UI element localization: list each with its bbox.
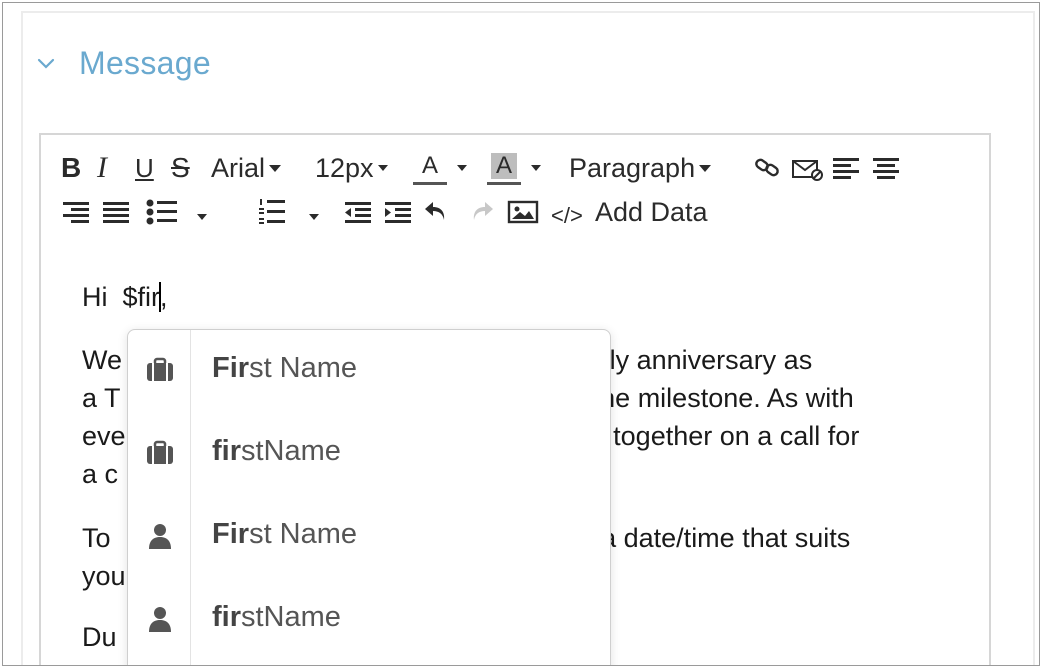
user-icon — [144, 522, 176, 550]
merge-field-autocomplete: First Name firstName First Name firstNam… — [127, 329, 611, 665]
option-text: st Name — [249, 352, 358, 384]
text-color-icon: A — [411, 151, 449, 185]
bold-button[interactable]: B — [61, 151, 97, 185]
caret-down-icon — [309, 214, 319, 220]
align-justify-icon — [103, 202, 129, 223]
option-text: st Name — [249, 518, 358, 550]
text-color-button[interactable]: A — [411, 151, 485, 185]
align-right-icon — [63, 202, 89, 223]
underline-button[interactable]: U — [135, 151, 171, 185]
add-data-button[interactable]: Add Data — [595, 195, 708, 229]
background-color-label: A — [495, 152, 512, 179]
code-view-label: </> — [551, 203, 583, 228]
paragraph-3-line-1: Du — [82, 622, 117, 652]
greeting-line: Hi $fir, — [82, 279, 982, 316]
strikethrough-button[interactable]: S — [171, 151, 211, 185]
underline-label: U — [135, 152, 154, 183]
numbered-list-button[interactable] — [221, 195, 329, 229]
image-icon — [507, 200, 539, 224]
bulleted-list-button[interactable] — [145, 195, 221, 229]
caret-down-icon — [377, 165, 388, 171]
briefcase-icon — [144, 356, 176, 384]
match-text: Fir — [212, 518, 250, 550]
email-button[interactable] — [791, 151, 831, 185]
italic-button[interactable]: I — [97, 151, 135, 185]
italic-label: I — [97, 151, 107, 184]
match-text: fir — [212, 435, 241, 467]
user-icon — [144, 605, 176, 633]
align-center-icon — [873, 158, 899, 179]
background-color-icon: A — [485, 151, 523, 185]
chevron-down-icon — [35, 53, 57, 75]
caret-down-icon — [269, 164, 282, 172]
autocomplete-option[interactable]: firstName — [128, 579, 610, 662]
autocomplete-option[interactable]: firstName — [128, 413, 610, 496]
redo-icon — [473, 202, 493, 220]
strikethrough-label: S — [171, 152, 190, 183]
autocomplete-option[interactable]: First Name — [128, 496, 610, 579]
paragraph-format-select[interactable]: Paragraph — [569, 151, 753, 185]
caret-down-icon — [699, 164, 712, 172]
font-size-value: 12px — [315, 152, 374, 183]
insert-link-button[interactable] — [753, 151, 791, 185]
font-family-select[interactable]: Arial — [211, 151, 315, 185]
add-data-label: Add Data — [595, 196, 708, 227]
caret-down-icon — [197, 214, 207, 220]
outdent-icon — [345, 202, 371, 223]
indent-icon — [385, 202, 411, 223]
redo-button[interactable] — [467, 195, 507, 229]
option-text: stName — [241, 601, 341, 633]
code-view-button[interactable]: </> — [551, 195, 595, 229]
align-right-button[interactable] — [61, 195, 101, 229]
greeting-text: Hi $fir — [82, 282, 161, 312]
email-icon — [792, 160, 823, 181]
window-frame: Message B I U S Arial 12px A A Paragraph… — [2, 2, 1040, 666]
autocomplete-option-label: First Name — [212, 352, 357, 385]
message-section-toggle[interactable]: Message — [35, 45, 211, 82]
align-center-button[interactable] — [871, 151, 907, 185]
match-text: Fir — [212, 352, 250, 384]
align-justify-button[interactable] — [101, 195, 145, 229]
autocomplete-option-label: firstName — [212, 435, 341, 468]
align-left-icon — [833, 158, 859, 179]
numbered-list-icon — [259, 199, 285, 224]
background-color-button[interactable]: A — [485, 151, 569, 185]
option-text: stName — [241, 435, 341, 467]
link-icon — [755, 158, 779, 177]
autocomplete-option[interactable]: First Name — [128, 330, 610, 413]
caret-down-icon — [457, 165, 467, 171]
outdent-button[interactable] — [343, 195, 383, 229]
autocomplete-option-label: First Name — [212, 518, 357, 551]
paragraph-format-value: Paragraph — [569, 152, 696, 183]
greeting-suffix: , — [160, 282, 168, 312]
undo-button[interactable] — [423, 195, 467, 229]
autocomplete-option-label: firstName — [212, 601, 341, 634]
match-text: fir — [212, 601, 241, 633]
text-color-label: A — [421, 152, 438, 179]
align-left-button[interactable] — [831, 151, 871, 185]
briefcase-icon — [144, 439, 176, 467]
indent-button[interactable] — [383, 195, 423, 229]
font-size-select[interactable]: 12px — [315, 151, 411, 185]
message-section-title: Message — [79, 45, 211, 81]
insert-image-button[interactable] — [507, 195, 551, 229]
bulleted-list-icon — [146, 199, 177, 225]
caret-down-icon — [531, 165, 541, 171]
bold-label: B — [61, 152, 82, 183]
font-family-value: Arial — [211, 152, 266, 183]
undo-icon — [425, 202, 445, 220]
